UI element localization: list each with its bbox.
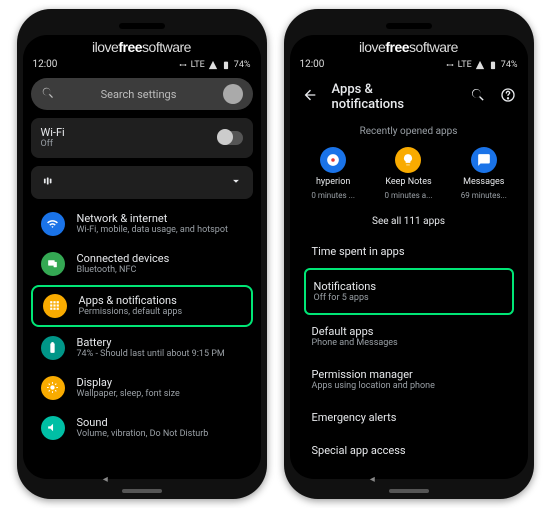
page-title: Apps & notifications xyxy=(332,82,442,112)
status-icons: LTE 74% xyxy=(445,60,518,70)
recent-app-hyperion[interactable]: hyperion 0 minutes ... xyxy=(303,147,363,200)
wifi-label: Wi-Fi xyxy=(41,126,65,139)
status-bar: 12:00 LTE 74% xyxy=(23,57,261,74)
settings-row-devices[interactable]: Connected devicesBluetooth, NFC xyxy=(31,245,253,283)
app-name: Messages xyxy=(463,177,504,187)
row-title: Network & internet xyxy=(77,212,228,225)
row-title: Display xyxy=(77,376,180,389)
settings-row-sound[interactable]: SoundVolume, vibration, Do Not Disturb xyxy=(31,409,253,447)
status-icons: LTE 74% xyxy=(178,60,251,70)
screen-apps-notifications: ilovefreesoftware 12:00 LTE 74% Apps & n… xyxy=(290,35,528,479)
apps-row-time-spent-in-apps[interactable]: Time spent in apps xyxy=(304,235,514,268)
row-subtitle: Wi-Fi, mobile, data usage, and hotspot xyxy=(77,225,228,236)
app-usage: 0 minutes a... xyxy=(385,191,433,200)
settings-row-wifi[interactable]: Network & internetWi-Fi, mobile, data us… xyxy=(31,205,253,243)
row-title: Default apps xyxy=(312,325,506,338)
row-subtitle: Phone and Messages xyxy=(312,338,506,348)
brand: ilovefreesoftware xyxy=(23,35,261,57)
app-name: Keep Notes xyxy=(385,177,431,187)
row-subtitle: Wallpaper, sleep, font size xyxy=(77,389,180,400)
back-icon[interactable] xyxy=(302,87,318,107)
recent-apps-label: Recently opened apps xyxy=(290,120,528,143)
row-subtitle: Permissions, default apps xyxy=(79,307,183,318)
apps-row-default-apps[interactable]: Default appsPhone and Messages xyxy=(304,315,514,358)
sound-icon xyxy=(41,416,65,440)
row-subtitle: Off for 5 apps xyxy=(314,293,504,303)
wifi-status: Off xyxy=(41,139,65,150)
search-icon[interactable] xyxy=(470,87,486,107)
app-usage: 69 minutes... xyxy=(461,191,507,200)
back-icon[interactable]: ◂ xyxy=(103,474,108,485)
back-icon[interactable]: ◂ xyxy=(370,474,375,485)
settings-row-battery[interactable]: Battery74% - Should last until about 9:1… xyxy=(31,329,253,367)
android-navbar: ◂ xyxy=(17,474,267,485)
row-title: Battery xyxy=(77,336,225,349)
row-title: Special app access xyxy=(312,444,506,457)
row-title: Notifications xyxy=(314,280,504,293)
row-title: Time spent in apps xyxy=(312,245,506,258)
search-icon xyxy=(41,86,55,103)
battery-icon xyxy=(41,336,65,360)
row-title: Connected devices xyxy=(77,252,170,265)
apps-row-special-app-access[interactable]: Special app access xyxy=(304,434,514,467)
apps-row-emergency-alerts[interactable]: Emergency alerts xyxy=(304,401,514,434)
row-subtitle: Volume, vibration, Do Not Disturb xyxy=(77,429,209,440)
brand: ilovefreesoftware xyxy=(290,35,528,57)
volume-quick-row[interactable] xyxy=(31,166,253,199)
recent-app-keep-notes[interactable]: Keep Notes 0 minutes a... xyxy=(378,147,438,200)
wifi-toggle[interactable] xyxy=(217,131,243,145)
app-icon xyxy=(395,147,421,173)
apps-row-notifications[interactable]: NotificationsOff for 5 apps xyxy=(304,268,514,315)
apps-notifications-list: Time spent in apps NotificationsOff for 5… xyxy=(290,235,528,467)
row-subtitle: Bluetooth, NFC xyxy=(77,265,170,276)
row-title: Permission manager xyxy=(312,368,506,381)
chevron-down-icon xyxy=(229,174,243,191)
page-header: Apps & notifications xyxy=(290,74,528,120)
devices-icon xyxy=(41,252,65,276)
wifi-icon xyxy=(41,212,65,236)
phone-left: ilovefreesoftware 12:00 LTE 74% Search s… xyxy=(17,9,267,499)
android-navbar: ◂ xyxy=(284,474,534,485)
app-icon xyxy=(320,147,346,173)
phone-right: ilovefreesoftware 12:00 LTE 74% Apps & n… xyxy=(284,9,534,499)
display-icon xyxy=(41,376,65,400)
avatar[interactable] xyxy=(223,84,243,104)
settings-row-display[interactable]: DisplayWallpaper, sleep, font size xyxy=(31,369,253,407)
search-settings[interactable]: Search settings xyxy=(31,78,253,110)
row-subtitle: Apps using location and phone xyxy=(312,381,506,391)
row-title: Apps & notifications xyxy=(79,294,183,307)
apps-row-permission-manager[interactable]: Permission managerApps using location an… xyxy=(304,358,514,401)
see-all-apps[interactable]: See all 111 apps xyxy=(290,206,528,235)
help-icon[interactable] xyxy=(500,87,516,107)
status-bar: 12:00 LTE 74% xyxy=(290,57,528,74)
search-placeholder: Search settings xyxy=(67,88,211,101)
recent-apps: hyperion 0 minutes ... Keep Notes 0 minutes… xyxy=(290,143,528,206)
app-name: hyperion xyxy=(316,177,350,187)
row-subtitle: 74% - Should last until about 9:15 PM xyxy=(77,349,225,360)
apps-icon xyxy=(43,294,67,318)
settings-list: Network & internetWi-Fi, mobile, data us… xyxy=(23,203,261,479)
row-title: Sound xyxy=(77,416,209,429)
screen-settings: ilovefreesoftware 12:00 LTE 74% Search s… xyxy=(23,35,261,479)
settings-row-apps[interactable]: Apps & notificationsPermissions, default… xyxy=(31,285,253,327)
volume-icon xyxy=(41,174,55,191)
status-time: 12:00 xyxy=(33,59,58,70)
app-usage: 0 minutes ... xyxy=(311,191,355,200)
row-title: Emergency alerts xyxy=(312,411,506,424)
wifi-quick-toggle[interactable]: Wi-Fi Off xyxy=(31,118,253,158)
recent-app-messages[interactable]: Messages 69 minutes... xyxy=(454,147,514,200)
status-time: 12:00 xyxy=(300,59,325,70)
app-icon xyxy=(471,147,497,173)
